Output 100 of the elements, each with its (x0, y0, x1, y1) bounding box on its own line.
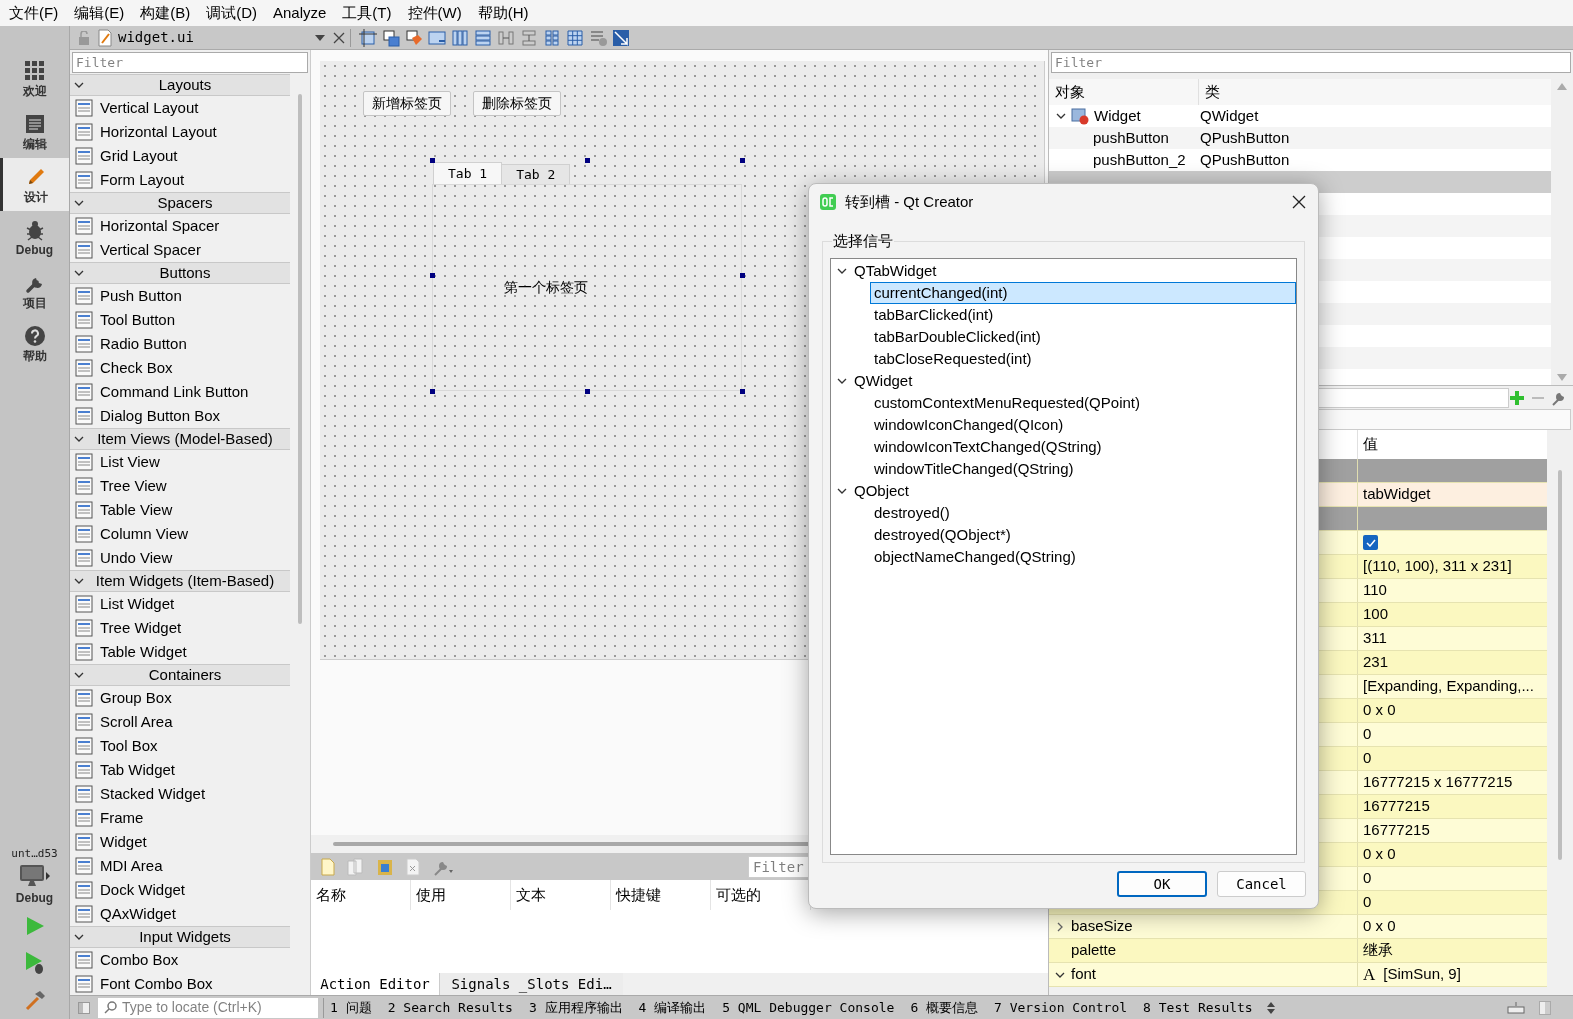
push-button[interactable]: 新增标签页 (363, 91, 451, 116)
widget-item[interactable]: QAxWidget (70, 902, 290, 926)
tree-row[interactable]: tabBarDoubleClicked(int) (870, 326, 1296, 348)
break-layout-icon[interactable] (589, 28, 607, 47)
widget-item[interactable]: Dock Widget (70, 878, 290, 902)
close-icon[interactable] (333, 31, 345, 44)
output-pane-button[interactable]: 8 Test Results (1143, 997, 1253, 1018)
chevron-right-icon[interactable] (1055, 921, 1065, 932)
paste-icon[interactable] (376, 857, 394, 876)
copy-icon[interactable] (347, 857, 365, 876)
widget-item[interactable]: Frame (70, 806, 290, 830)
property-row[interactable]: baseSize 0 x 0 (1049, 915, 1547, 939)
property-row[interactable]: palette 继承 (1049, 939, 1547, 963)
tree-row[interactable]: customContextMenuRequested(QPoint) (870, 392, 1296, 414)
filter-field[interactable]: Filter (72, 52, 308, 73)
menu-item[interactable]: 编辑(E) (66, 0, 133, 26)
column-header[interactable]: 类 (1199, 79, 1551, 105)
tree-row[interactable]: destroyed() (870, 502, 1296, 524)
dialog-button[interactable]: OK (1117, 871, 1207, 897)
mode-button[interactable]: 设计 (0, 158, 69, 211)
chevron-down-icon[interactable] (837, 376, 847, 386)
category-header[interactable]: Buttons (70, 262, 290, 284)
menu-item[interactable]: 帮助(H) (469, 0, 537, 26)
widget-item[interactable]: Undo View (70, 546, 290, 570)
filter-field[interactable]: Filter (1051, 52, 1571, 73)
dialog-button[interactable]: Cancel (1217, 871, 1306, 897)
chevron-down-icon[interactable] (74, 670, 84, 680)
tree-row[interactable]: tabBarClicked(int) (870, 304, 1296, 326)
chevron-down-icon[interactable] (74, 434, 84, 444)
checkbox[interactable] (1363, 535, 1378, 550)
tree-row[interactable]: QObject (831, 480, 1296, 502)
widget-item[interactable]: Dialog Button Box (70, 404, 290, 428)
tree-row[interactable]: windowIconTextChanged(QString) (870, 436, 1296, 458)
tree-row[interactable]: objectNameChanged(QString) (870, 546, 1296, 568)
widget-item[interactable]: Horizontal Spacer (70, 214, 290, 238)
selection-handle[interactable] (740, 389, 745, 394)
hammer-icon[interactable] (23, 989, 46, 1011)
widget-item[interactable]: Check Box (70, 356, 290, 380)
mode-button[interactable]: 帮助 (0, 317, 69, 370)
up-down-arrows-icon[interactable] (1266, 1001, 1275, 1014)
widget-item[interactable]: Form Layout (70, 168, 290, 192)
widget-item[interactable]: Grid Layout (70, 144, 290, 168)
mode-button[interactable]: Debug (0, 211, 69, 264)
widget-item[interactable]: List View (70, 450, 290, 474)
selection-handle[interactable] (430, 389, 435, 394)
widget-item[interactable]: Vertical Spacer (70, 238, 290, 262)
widget-item[interactable]: Widget (70, 830, 290, 854)
menu-item[interactable]: 构建(B) (132, 0, 199, 26)
output-toggle-icon[interactable] (1507, 1000, 1525, 1015)
output-pane-button[interactable]: 2 Search Results (387, 997, 513, 1018)
widget-item[interactable]: Stacked Widget (70, 782, 290, 806)
file-selector[interactable]: widget.ui (112, 26, 315, 49)
menu-item[interactable]: 工具(T) (334, 0, 400, 26)
scrollbar-thumb[interactable] (1558, 470, 1562, 860)
resize-icon[interactable] (612, 28, 630, 47)
widget-item[interactable]: Tree Widget (70, 616, 290, 640)
split-horizontal-icon[interactable] (497, 28, 515, 47)
output-pane-button[interactable]: 5 QML Debugger Console (722, 997, 895, 1018)
chevron-down-icon[interactable] (74, 932, 84, 942)
chevron-down-icon[interactable] (1056, 111, 1066, 121)
menu-item[interactable]: 控件(W) (399, 0, 470, 26)
tag-icon[interactable] (405, 28, 423, 47)
locate-field[interactable]: Type to locate (Ctrl+K) (98, 997, 318, 1018)
scroll-up-icon[interactable] (1557, 83, 1567, 90)
mode-button[interactable]: 欢迎 (0, 52, 69, 105)
property-row[interactable]: font A [SimSun, 9] (1049, 963, 1547, 987)
numbered-box-icon[interactable] (428, 28, 446, 47)
sidebar-toggle-icon[interactable] (78, 1001, 90, 1014)
arrow-box-icon[interactable] (382, 28, 400, 47)
push-button[interactable]: 删除标签页 (473, 91, 561, 116)
chevron-down-icon[interactable] (74, 268, 84, 278)
columns-icon[interactable] (451, 28, 469, 47)
dropdown-caret-icon[interactable] (315, 34, 325, 41)
output-pane-button[interactable]: 6 概要信息 (910, 997, 979, 1018)
select-box-icon[interactable] (359, 28, 377, 47)
selection-handle[interactable] (585, 389, 590, 394)
scrollbar-thumb[interactable] (298, 94, 302, 624)
category-header[interactable]: Item Widgets (Item-Based) (70, 570, 290, 592)
tab[interactable]: Tab 2 (502, 164, 571, 184)
grid-layout-icon[interactable] (566, 28, 584, 47)
widget-item[interactable]: Command Link Button (70, 380, 290, 404)
selection-handle[interactable] (585, 158, 590, 163)
category-header[interactable]: Layouts (70, 74, 290, 96)
widget-item[interactable]: Column View (70, 522, 290, 546)
widget-item[interactable]: Radio Button (70, 332, 290, 356)
selection-handle[interactable] (740, 158, 745, 163)
tree-row[interactable]: tabCloseRequested(int) (870, 348, 1296, 370)
widget-item[interactable]: Table View (70, 498, 290, 522)
output-pane-button[interactable]: 4 编译输出 (638, 997, 707, 1018)
tree-row[interactable]: windowTitleChanged(QString) (870, 458, 1296, 480)
tree-row[interactable]: destroyed(QObject*) (870, 524, 1296, 546)
tree-row[interactable]: QWidget (831, 370, 1296, 392)
widget-item[interactable]: Font Combo Box (70, 972, 290, 995)
tab[interactable]: Signals _Slots Edi… (439, 973, 623, 995)
tab[interactable]: Tab 1 (433, 162, 503, 184)
selection-handle[interactable] (430, 273, 435, 278)
close-icon[interactable] (1292, 195, 1306, 209)
widget-item[interactable]: Horizontal Layout (70, 120, 290, 144)
chevron-down-icon[interactable] (74, 576, 84, 586)
rows-icon[interactable] (474, 28, 492, 47)
